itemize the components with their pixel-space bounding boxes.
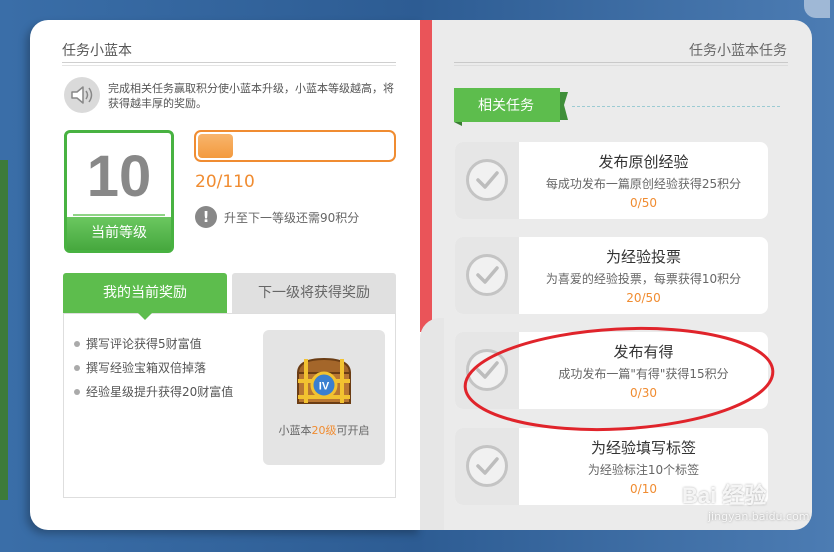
- divider: [62, 62, 396, 63]
- divider: [62, 65, 396, 66]
- section-ribbon-label: 相关任务: [478, 98, 534, 114]
- chest-caption-prefix: 小蓝本: [278, 424, 312, 437]
- page-fold: [420, 318, 444, 530]
- divider: [454, 65, 788, 66]
- background-strip: [0, 160, 8, 500]
- task-title: 为经验填写标签: [590, 439, 696, 457]
- divider: [454, 62, 788, 63]
- watermark-url: jingyan.baidu.com: [708, 510, 810, 523]
- task-title: 发布原创经验: [598, 153, 689, 171]
- chest-badge-text: IV: [319, 381, 330, 393]
- task-card[interactable]: 发布原创经验 每成功发布一篇原创经验获得25积分 0/50: [455, 142, 768, 219]
- level-progress-text: 20/110: [195, 172, 255, 192]
- tab-next-level-rewards[interactable]: 下一级将获得奖励: [232, 273, 396, 313]
- book-spine: [420, 20, 432, 332]
- task-progress: 0/50: [630, 196, 657, 210]
- task-progress: 20/50: [626, 291, 661, 305]
- level-number: 10: [86, 144, 152, 209]
- checkmark-icon: [466, 159, 508, 201]
- task-check-area: [455, 142, 519, 219]
- level-card: 10 当前等级: [64, 130, 174, 253]
- list-item: 经验星级提升获得20财富值: [74, 380, 254, 404]
- section-ribbon: 相关任务: [454, 88, 568, 126]
- right-page-title: 任务小蓝本任务: [689, 43, 787, 59]
- task-check-area: [455, 237, 519, 314]
- next-level-hint: 升至下一等级还需90积分: [224, 211, 360, 225]
- chest-caption: 小蓝本20级可开启: [263, 422, 385, 438]
- watermark-logo: Bai 经验: [682, 483, 767, 508]
- task-card[interactable]: 为经验投票 为喜爱的经验投票，每票获得10积分 20/50: [455, 237, 768, 314]
- reward-list: 撰写评论获得5财富值 撰写经验宝箱双倍掉落 经验星级提升获得20财富值: [74, 332, 254, 404]
- highlight-oval: [463, 326, 775, 432]
- tab-pointer: [138, 313, 152, 320]
- task-check-area: [455, 428, 519, 505]
- chest-caption-suffix: 可开启: [336, 424, 370, 437]
- close-corner-icon[interactable]: [804, 0, 830, 18]
- checkmark-icon: [466, 254, 508, 296]
- list-item: 撰写评论获得5财富值: [74, 332, 254, 356]
- baidu-watermark: Bai 经验 jingyan.baidu.com: [682, 478, 822, 532]
- task-desc: 为经验标注10个标签: [587, 463, 700, 477]
- dashed-divider: [572, 106, 780, 107]
- level-progress-fill: [198, 134, 233, 158]
- task-desc: 为喜爱的经验投票，每票获得10积分: [545, 272, 742, 286]
- exclamation-icon: !: [195, 206, 217, 228]
- divider: [73, 214, 165, 216]
- checkmark-icon: [466, 445, 508, 487]
- tab-current-rewards[interactable]: 我的当前奖励: [63, 273, 227, 313]
- treasure-chest-card[interactable]: IV 小蓝本20级可开启: [263, 330, 385, 465]
- task-desc: 每成功发布一篇原创经验获得25积分: [545, 177, 742, 191]
- treasure-chest-icon: IV: [296, 357, 352, 404]
- speaker-icon: [64, 77, 100, 113]
- chest-caption-level: 20级: [311, 424, 337, 437]
- list-item: 撰写经验宝箱双倍掉落: [74, 356, 254, 380]
- level-label: 当前等级: [67, 217, 171, 250]
- level-progress-bar: [194, 130, 396, 162]
- task-title: 为经验投票: [605, 248, 681, 266]
- left-page-title: 任务小蓝本: [62, 43, 132, 59]
- intro-text: 完成相关任务赢取积分使小蓝本升级，小蓝本等级越高，将获得越丰厚的奖励。: [108, 82, 394, 110]
